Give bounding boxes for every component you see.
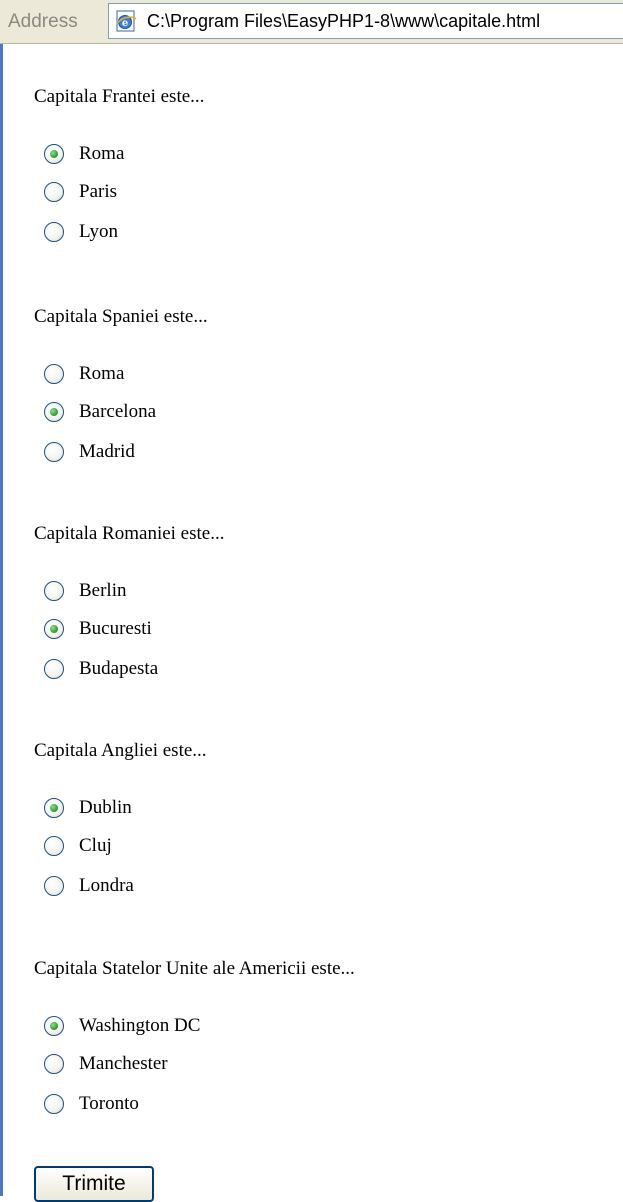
option-q2-1[interactable]: Roma bbox=[44, 360, 124, 388]
option-label[interactable]: Roma bbox=[79, 143, 124, 165]
option-label[interactable]: Londra bbox=[79, 875, 134, 897]
option-label[interactable]: Toronto bbox=[79, 1093, 139, 1115]
option-q2-3[interactable]: Madrid bbox=[44, 438, 135, 466]
radio-unchecked[interactable] bbox=[44, 836, 64, 856]
option-q3-3[interactable]: Budapesta bbox=[44, 655, 158, 683]
submit-button[interactable]: Trimite bbox=[34, 1166, 154, 1202]
option-q1-3[interactable]: Lyon bbox=[44, 218, 118, 246]
question-2: Capitala Spaniei este... bbox=[34, 306, 208, 327]
radio-unchecked[interactable] bbox=[44, 442, 64, 462]
question-3: Capitala Romaniei este... bbox=[34, 523, 225, 544]
option-label[interactable]: Berlin bbox=[79, 580, 127, 602]
option-label[interactable]: Dublin bbox=[79, 797, 132, 819]
question-1: Capitala Frantei este... bbox=[34, 86, 205, 107]
radio-unchecked[interactable] bbox=[44, 1094, 64, 1114]
option-label[interactable]: Cluj bbox=[79, 835, 112, 857]
radio-unchecked[interactable] bbox=[44, 581, 64, 601]
option-q4-1[interactable]: Dublin bbox=[44, 794, 132, 822]
ie-page-icon: e bbox=[114, 10, 138, 32]
address-field[interactable]: e C:\Program Files\EasyPHP1-8\www\capita… bbox=[108, 3, 623, 39]
svg-text:e: e bbox=[122, 18, 128, 29]
question-4: Capitala Angliei este... bbox=[34, 740, 207, 761]
option-q4-2[interactable]: Cluj bbox=[44, 832, 112, 860]
radio-unchecked[interactable] bbox=[44, 364, 64, 384]
option-label[interactable]: Manchester bbox=[79, 1053, 168, 1075]
radio-unchecked[interactable] bbox=[44, 876, 64, 896]
option-label[interactable]: Madrid bbox=[79, 441, 135, 463]
radio-checked[interactable] bbox=[44, 402, 64, 422]
radio-unchecked[interactable] bbox=[44, 659, 64, 679]
option-q5-3[interactable]: Toronto bbox=[44, 1090, 139, 1118]
option-label[interactable]: Bucuresti bbox=[79, 618, 152, 640]
option-q5-1[interactable]: Washington DC bbox=[44, 1012, 200, 1040]
radio-checked[interactable] bbox=[44, 798, 64, 818]
option-q2-2[interactable]: Barcelona bbox=[44, 398, 156, 426]
radio-checked[interactable] bbox=[44, 144, 64, 164]
option-label[interactable]: Lyon bbox=[79, 221, 118, 243]
option-label[interactable]: Paris bbox=[79, 181, 117, 203]
option-q4-3[interactable]: Londra bbox=[44, 872, 134, 900]
radio-checked[interactable] bbox=[44, 619, 64, 639]
option-label[interactable]: Budapesta bbox=[79, 658, 158, 680]
address-bar: Address e C:\Program Files\EasyPHP1-8\ww… bbox=[0, 0, 623, 44]
option-q1-1[interactable]: Roma bbox=[44, 140, 124, 168]
question-5: Capitala Statelor Unite ale Americii est… bbox=[34, 958, 355, 979]
option-label[interactable]: Barcelona bbox=[79, 401, 156, 423]
address-url[interactable]: C:\Program Files\EasyPHP1-8\www\capitale… bbox=[147, 11, 540, 32]
window-left-edge bbox=[0, 44, 3, 1196]
radio-checked[interactable] bbox=[44, 1016, 64, 1036]
radio-unchecked[interactable] bbox=[44, 1054, 64, 1074]
option-q3-2[interactable]: Bucuresti bbox=[44, 615, 152, 643]
option-label[interactable]: Roma bbox=[79, 363, 124, 385]
radio-unchecked[interactable] bbox=[44, 182, 64, 202]
option-label[interactable]: Washington DC bbox=[79, 1015, 200, 1037]
radio-unchecked[interactable] bbox=[44, 222, 64, 242]
option-q3-1[interactable]: Berlin bbox=[44, 577, 127, 605]
option-q1-2[interactable]: Paris bbox=[44, 178, 117, 206]
option-q5-2[interactable]: Manchester bbox=[44, 1050, 168, 1078]
address-label: Address bbox=[8, 11, 78, 32]
